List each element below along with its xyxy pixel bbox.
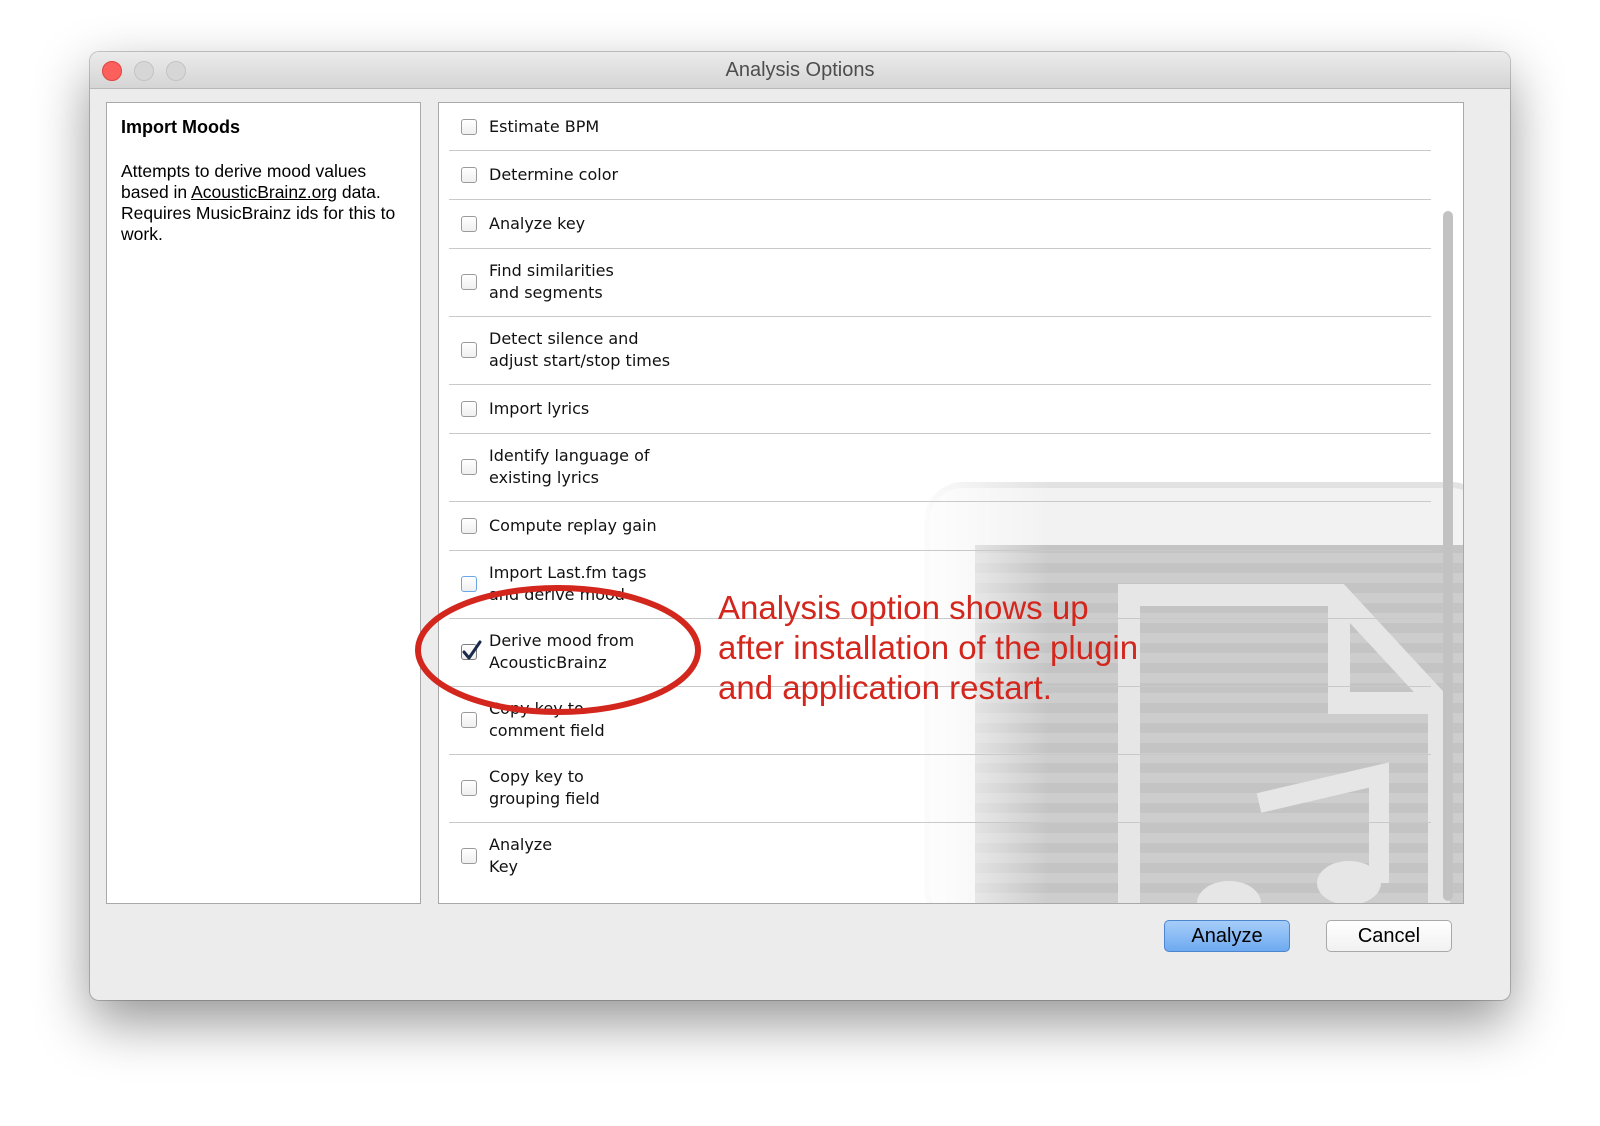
option-row[interactable]: Detect silence and adjust start/stop tim…	[449, 316, 1431, 385]
window-title: Analysis Options	[725, 59, 875, 81]
option-checkbox[interactable]	[461, 848, 477, 864]
option-row[interactable]: Find similarities and segments	[449, 248, 1431, 317]
option-checkbox[interactable]	[461, 215, 477, 232]
option-checkbox[interactable]	[461, 517, 477, 534]
title-bar: Analysis Options	[90, 52, 1510, 89]
description-title: Import Moods	[121, 117, 240, 137]
options-list-panel: Estimate BPM Determine color Analyze key Fi…	[438, 102, 1464, 904]
scrollbar-thumb[interactable]	[1443, 211, 1453, 901]
option-label: Find similarities and segments	[489, 261, 614, 302]
analyze-button[interactable]: Analyze	[1164, 920, 1290, 952]
option-row[interactable]: Analyze key	[449, 199, 1431, 249]
option-row[interactable]: Compute replay gain	[449, 501, 1431, 551]
option-label: Copy key to grouping field	[489, 767, 600, 808]
option-row[interactable]: Import lyrics	[449, 384, 1431, 434]
option-checkbox[interactable]	[461, 459, 477, 475]
option-checkbox[interactable]	[461, 274, 477, 290]
option-label: Detect silence and adjust start/stop tim…	[489, 329, 671, 370]
option-label: Determine color	[489, 164, 619, 184]
annotation-text: Analysis option shows up after installat…	[718, 589, 1139, 706]
option-row[interactable]: Identify language of existing lyrics	[449, 433, 1431, 502]
option-checkbox[interactable]	[461, 780, 477, 796]
option-label: Analyze key	[489, 213, 586, 233]
option-checkbox[interactable]	[461, 342, 477, 358]
option-checkbox[interactable]	[461, 166, 477, 183]
option-row[interactable]: Determine color	[449, 150, 1431, 200]
option-label: Import lyrics	[489, 398, 590, 418]
option-label: Compute replay gain	[489, 515, 657, 535]
option-row[interactable]: Estimate BPM	[449, 103, 1431, 151]
analysis-options-window: Analysis Options Import Moods Attempts t…	[90, 52, 1510, 1000]
option-label: Identify language of existing lyrics	[489, 446, 650, 487]
description-panel: Import Moods Attempts to derive mood val…	[106, 102, 421, 904]
option-row[interactable]: Copy key to grouping field	[449, 754, 1431, 823]
acousticbrainz-link[interactable]: AcousticBrainz.org	[191, 182, 337, 202]
description-text: Attempts to derive mood values based in …	[121, 161, 407, 245]
option-row[interactable]: Analyze Key	[449, 822, 1431, 890]
option-label: Analyze Key	[489, 835, 553, 876]
option-checkbox[interactable]	[461, 118, 477, 135]
option-label: Estimate BPM	[489, 116, 600, 136]
highlight-circle-annotation	[415, 585, 701, 715]
cancel-button[interactable]: Cancel	[1326, 920, 1452, 952]
option-checkbox[interactable]	[461, 400, 477, 417]
